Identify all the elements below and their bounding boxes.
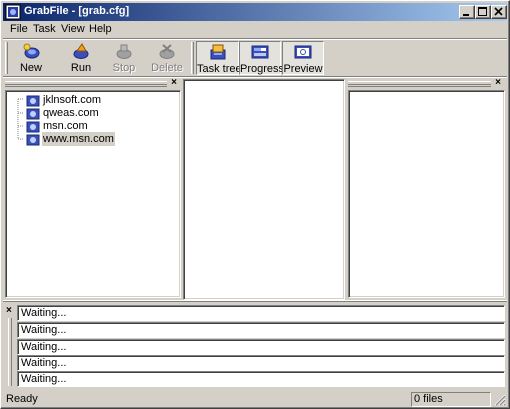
menu-view[interactable]: View xyxy=(59,23,87,35)
minimize-icon xyxy=(463,14,469,16)
maximize-icon xyxy=(478,7,487,16)
log-close-icon[interactable]: × xyxy=(6,305,12,316)
file-count-panel: 0 files xyxy=(411,392,491,407)
site-icon xyxy=(26,108,40,120)
menu-bar: File Task View Help xyxy=(3,21,507,38)
site-icon xyxy=(26,95,40,107)
tree-item-label: jklnsoft.com xyxy=(43,94,102,106)
file-count: 0 files xyxy=(414,393,443,405)
log-row: Waiting... xyxy=(17,322,505,338)
toolbar-top-divider xyxy=(3,38,507,40)
stop-icon xyxy=(116,44,132,59)
preview-pane-header[interactable]: × xyxy=(348,78,505,90)
site-icon xyxy=(26,134,40,146)
close-icon xyxy=(494,7,503,16)
menu-file[interactable]: File xyxy=(8,23,30,35)
log-row: Waiting... xyxy=(17,339,505,355)
menu-task[interactable]: Task xyxy=(31,23,58,35)
task-tree-icon xyxy=(210,44,225,60)
new-button[interactable]: New xyxy=(11,41,51,75)
progress-icon xyxy=(251,45,269,59)
task-tree-pane-header[interactable]: × xyxy=(5,78,181,90)
toolbar-grip[interactable] xyxy=(5,42,8,74)
site-icon xyxy=(26,121,40,133)
progress-panel[interactable] xyxy=(183,79,345,300)
resize-grip-icon[interactable] xyxy=(494,394,506,406)
close-button[interactable] xyxy=(491,5,507,19)
window-title: GrabFile - [grab.cfg] xyxy=(24,5,130,17)
tree-item-label: www.msn.com xyxy=(42,132,115,146)
task-tree-panel[interactable]: jklnsoft.com qweas.com msn.com www.msn.c… xyxy=(5,90,181,298)
run-button[interactable]: Run xyxy=(59,41,103,75)
preview-close-icon[interactable]: × xyxy=(493,78,503,88)
log-panel: × Waiting... Waiting... Waiting... Waiti… xyxy=(3,302,507,389)
new-label: New xyxy=(19,62,42,74)
log-panel-grip[interactable] xyxy=(8,318,12,386)
minimize-button[interactable] xyxy=(459,5,475,19)
status-text: Ready xyxy=(6,393,38,405)
run-icon xyxy=(73,43,89,59)
stop-label: Stop xyxy=(112,62,136,74)
status-bar: Ready 0 files xyxy=(3,391,507,407)
preview-panel[interactable] xyxy=(348,90,505,298)
delete-button[interactable]: Delete xyxy=(145,41,189,75)
task-tree-label: Task tree xyxy=(197,63,242,75)
menu-help[interactable]: Help xyxy=(87,23,114,35)
task-tree-toggle[interactable]: Task tree xyxy=(196,41,242,75)
maximize-button[interactable] xyxy=(475,5,491,19)
toolbar-bottom-divider xyxy=(3,76,507,78)
preview-label: Preview xyxy=(283,63,323,75)
log-row: Waiting... xyxy=(17,371,505,387)
grabfile-app-icon[interactable] xyxy=(5,4,21,20)
progress-label: Progress xyxy=(240,63,285,75)
task-tree-close-icon[interactable]: × xyxy=(169,78,179,88)
tree-item-label: qweas.com xyxy=(43,107,99,119)
new-task-icon xyxy=(23,43,40,59)
stop-button[interactable]: Stop xyxy=(103,41,145,75)
preview-icon xyxy=(294,45,312,59)
log-row: Waiting... xyxy=(17,355,505,371)
delete-label: Delete xyxy=(151,62,183,74)
run-label: Run xyxy=(70,62,92,74)
delete-icon xyxy=(159,44,175,59)
tree-item-label: msn.com xyxy=(43,120,88,132)
preview-toggle[interactable]: Preview xyxy=(282,41,324,75)
title-bar[interactable]: GrabFile - [grab.cfg] xyxy=(3,3,507,21)
log-row: Waiting... xyxy=(17,305,505,321)
progress-toggle[interactable]: Progress xyxy=(239,41,285,75)
view-toolbar-grip[interactable] xyxy=(191,42,194,74)
pane-drag-bars[interactable] xyxy=(5,81,167,87)
pane-drag-bars[interactable] xyxy=(348,81,491,87)
app-window: GrabFile - [grab.cfg] File Task View Hel… xyxy=(0,0,510,409)
